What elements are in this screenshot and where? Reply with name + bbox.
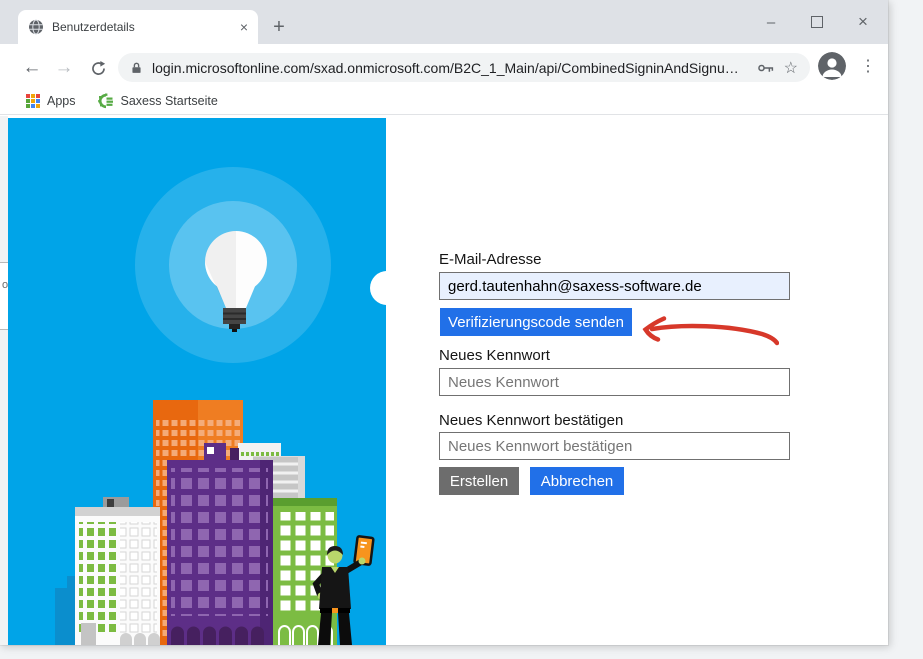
forward-icon[interactable]: →	[50, 54, 78, 82]
email-label: E-Mail-Adresse	[439, 251, 542, 268]
password-key-icon[interactable]	[757, 61, 775, 75]
bookmark-apps[interactable]: Apps	[26, 94, 76, 108]
window-controls: – ×	[748, 0, 886, 44]
bookmarks-bar: Apps Saxess Startseite	[0, 88, 888, 115]
new-tab-button[interactable]: +	[266, 14, 292, 40]
browser-titlebar: Benutzerdetails × + – ×	[0, 0, 888, 44]
bookmark-label: Saxess Startseite	[121, 94, 218, 108]
maximize-button[interactable]	[794, 0, 840, 44]
desktop: Benutzerdetails × + – × ← → login.micros…	[0, 0, 923, 659]
lock-icon[interactable]	[130, 61, 143, 75]
page-content: o	[0, 116, 888, 645]
confirm-password-field[interactable]	[439, 432, 790, 460]
url-bar[interactable]: login.microsoftonline.com/sxad.onmicroso…	[118, 53, 810, 82]
new-password-field[interactable]	[439, 368, 790, 396]
cancel-button[interactable]: Abbrechen	[530, 467, 624, 495]
back-icon[interactable]: ←	[18, 54, 46, 82]
create-button[interactable]: Erstellen	[439, 467, 519, 495]
browser-toolbar: ← → login.microsoftonline.com/sxad.onmic…	[0, 44, 888, 88]
maximize-icon	[811, 16, 823, 28]
new-password-label: Neues Kennwort	[439, 347, 550, 364]
illustration-city-svg	[8, 118, 386, 645]
background-window-edge	[0, 116, 8, 645]
bookmark-label: Apps	[47, 94, 76, 108]
menu-kebab-icon[interactable]: ⋮	[856, 52, 880, 80]
apps-grid-icon	[26, 94, 40, 108]
send-verification-code-button[interactable]: Verifizierungscode senden	[440, 308, 632, 336]
url-text[interactable]: login.microsoftonline.com/sxad.onmicroso…	[152, 60, 748, 76]
bookmark-star-icon[interactable]: ☆	[784, 58, 798, 78]
browser-window: Benutzerdetails × + – × ← → login.micros…	[0, 0, 888, 645]
tab-title: Benutzerdetails	[52, 20, 240, 34]
browser-tab[interactable]: Benutzerdetails ×	[18, 10, 258, 44]
profile-avatar[interactable]	[818, 52, 846, 80]
tab-close-icon[interactable]: ×	[240, 20, 248, 34]
email-field[interactable]	[439, 272, 790, 300]
reload-icon[interactable]	[84, 54, 112, 82]
minimize-button[interactable]: –	[748, 0, 794, 44]
globe-favicon-icon	[28, 19, 44, 35]
close-window-button[interactable]: ×	[840, 0, 886, 44]
red-arrow-annotation	[634, 312, 779, 357]
confirm-password-label: Neues Kennwort bestätigen	[439, 412, 623, 429]
saxess-gear-icon	[98, 93, 114, 109]
bookmark-saxess-startseite[interactable]: Saxess Startseite	[98, 93, 218, 109]
